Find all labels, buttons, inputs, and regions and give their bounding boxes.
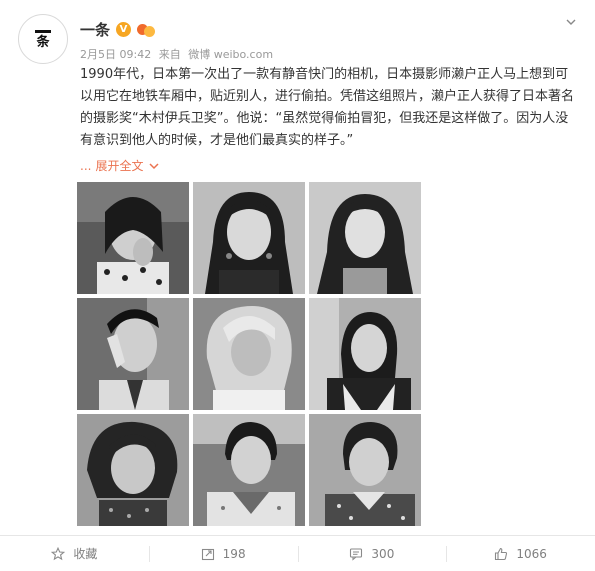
weibo-post-card: 条 一条 V 2月5日 09:42 来自 微博 weibo.com 1990年代… [0, 0, 595, 570]
post-text: 1990年代，日本第一次出了一款有静音快门的相机，日本摄影师濑户正人马上想到可以… [80, 67, 575, 148]
post-date[interactable]: 2月5日 09:42 [80, 48, 151, 61]
photo-thumbnail-5[interactable] [193, 298, 305, 410]
author-name[interactable]: 一条 [80, 19, 110, 40]
post-source[interactable]: 微博 weibo.com [188, 48, 273, 61]
expand-label: 展开全文 [95, 159, 144, 173]
avatar[interactable]: 条 [18, 14, 68, 64]
author-row: 一条 V [80, 18, 156, 40]
photo-thumbnail-1[interactable] [77, 182, 189, 294]
chevron-down-icon [149, 162, 159, 169]
expand-dots: ... [80, 158, 92, 173]
like-count: 1066 [516, 546, 547, 561]
photo-grid [77, 182, 421, 526]
thumbs-up-icon [495, 547, 508, 560]
like-button[interactable]: 1066 [446, 536, 595, 571]
verified-badge-icon: V [116, 21, 132, 37]
star-icon [51, 546, 66, 560]
repost-count: 198 [222, 546, 246, 561]
avatar-text: 条 [36, 34, 50, 50]
repost-button[interactable]: 198 [148, 536, 298, 571]
photo-thumbnail-8[interactable] [193, 414, 305, 526]
photo-thumbnail-7[interactable] [77, 414, 189, 526]
chevron-down-icon[interactable] [565, 16, 577, 28]
avatar-dash [35, 29, 51, 33]
action-bar: 收藏 198 300 1066 [0, 535, 595, 571]
photo-thumbnail-4[interactable] [77, 298, 189, 410]
favorite-button[interactable]: 收藏 [0, 536, 149, 571]
member-level-icon [137, 22, 156, 37]
photo-thumbnail-2[interactable] [193, 182, 305, 294]
comment-count: 300 [371, 546, 395, 561]
post-meta: 2月5日 09:42 来自 微博 weibo.com [80, 46, 277, 62]
photo-thumbnail-3[interactable] [309, 182, 421, 294]
photo-thumbnail-6[interactable] [309, 298, 421, 410]
expand-full-text-link[interactable]: ... 展开全文 [80, 157, 161, 174]
favorite-label: 收藏 [73, 547, 98, 561]
comment-button[interactable]: 300 [297, 536, 447, 571]
repost-icon [201, 548, 214, 560]
comment-icon [350, 547, 363, 561]
source-prefix: 来自 [158, 48, 181, 61]
photo-thumbnail-9[interactable] [309, 414, 421, 526]
